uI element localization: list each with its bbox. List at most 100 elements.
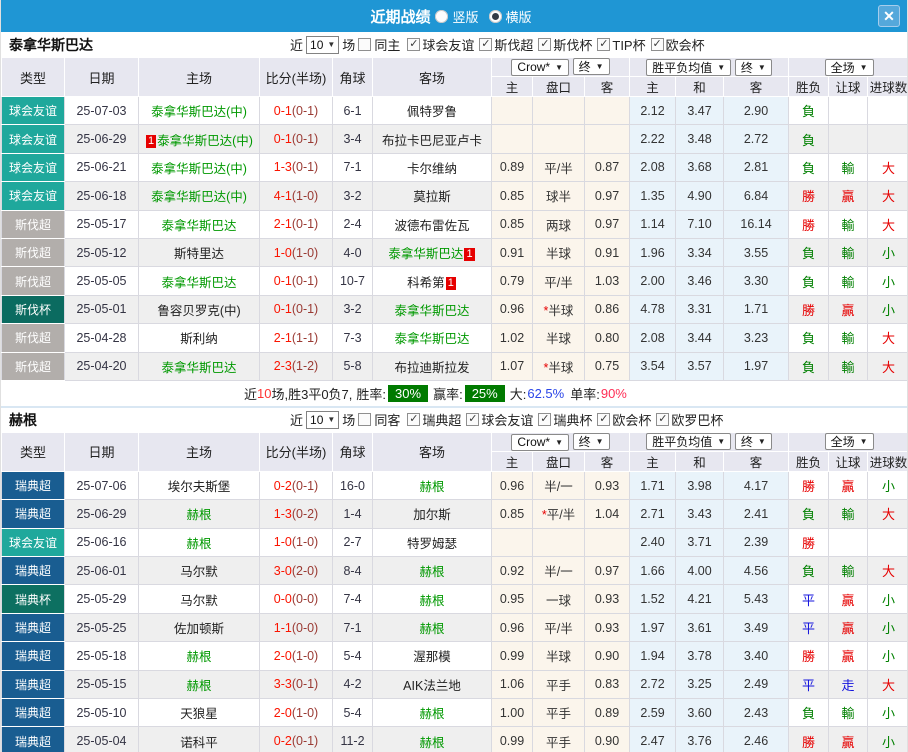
league-checkbox[interactable]: ✓ [656,413,669,426]
final-mean-dropdown[interactable]: 终▼ [735,59,772,76]
col-header-type: 类型 [2,58,65,97]
col-header-home: 主场 [139,432,260,471]
odds-away: 0.91 [585,238,630,266]
league-checkbox[interactable]: ✓ [538,38,551,51]
odds-company-dropdown[interactable]: Crow*▼ [511,59,569,76]
same-away-checkbox[interactable] [358,413,371,426]
match-date: 25-06-21 [65,153,139,181]
league-checkbox[interactable]: ✓ [407,413,420,426]
result-goals: 大 [868,670,908,698]
home-team: 鲁容贝罗克(中) [139,295,260,323]
odds-home: 0.99 [492,642,533,670]
home-team: 赫根 [139,642,260,670]
league-checkbox[interactable]: ✓ [651,38,664,51]
halftime-score: (0-0) [292,621,318,635]
recent-count-select[interactable]: 10▼ [306,411,339,429]
odds-handicap: *平/半 [533,500,585,528]
layout-radio-option[interactable] [435,10,448,23]
result-wdl: 負 [789,238,829,266]
titlebar: 近期战绩 竖版横版 ✕ [1,0,907,32]
recent-count-select[interactable]: 10▼ [306,36,339,54]
league-badge: 球会友谊 [2,528,65,556]
final-odds-dropdown[interactable]: 终▼ [573,58,610,75]
final-odds-dropdown[interactable]: 终▼ [573,433,610,450]
team-name-text: 波德布雷佐瓦 [394,219,469,233]
mean-away: 16.14 [724,210,789,238]
fulltime-score: 0-2 [274,734,292,748]
odds-away: 0.97 [585,182,630,210]
score-cell: 2-1(0-1) [260,210,333,238]
league-checkbox[interactable]: ✓ [466,413,479,426]
mean-away: 2.49 [724,670,789,698]
result-wdl: 勝 [789,642,829,670]
sub-header-wdl: 胜负 [789,77,829,97]
league-checkbox[interactable]: ✓ [597,38,610,51]
mean-dropdown[interactable]: 胜平负均值▼ [646,59,731,76]
result-wdl: 負 [789,125,829,153]
odds-away: 0.97 [585,210,630,238]
odds-home: 0.92 [492,557,533,585]
scope-dropdown[interactable]: 全场▼ [825,433,874,450]
mean-away: 4.17 [724,471,789,499]
mean-dropdown[interactable]: 胜平负均值▼ [646,433,731,450]
match-date: 25-05-25 [65,613,139,641]
layout-radio-selected[interactable] [489,10,502,23]
summary-record: 场,胜3平0负7, [271,384,352,403]
odds-home: 1.07 [492,352,533,380]
halftime-score: (1-0) [292,189,318,203]
result-goals: 大 [868,153,908,181]
mean-draw: 3.61 [676,613,724,641]
mean-home: 2.59 [630,699,676,727]
result-wdl: 負 [789,699,829,727]
fulltime-score: 3-3 [274,677,292,691]
mean-home: 1.96 [630,238,676,266]
fulltime-score: 2-0 [274,706,292,720]
score-cell: 4-1(1-0) [260,182,333,210]
away-team: 赫根 [373,585,492,613]
result-wdl: 平 [789,670,829,698]
halftime-score: (1-0) [292,649,318,663]
match-date: 25-04-20 [65,352,139,380]
odds-handicap: 球半 [533,182,585,210]
team-name-text: 科希第 [407,276,445,290]
sub-header-odds-home: 主 [492,77,533,97]
match-date: 25-06-01 [65,557,139,585]
away-team: 卡尔维纳 [373,153,492,181]
mean-home: 2.40 [630,528,676,556]
mean-away: 5.43 [724,585,789,613]
home-team: 斯利纳 [139,324,260,352]
result-wdl: 平 [789,613,829,641]
close-button[interactable]: ✕ [878,5,900,27]
same-home-checkbox[interactable] [358,38,371,51]
odds-handicap: 平/半 [533,267,585,295]
odds-handicap: 平/半 [533,153,585,181]
final-mean-dropdown[interactable]: 终▼ [735,433,772,450]
scope-dropdown[interactable]: 全场▼ [825,59,874,76]
odds-away: 0.87 [585,153,630,181]
result-wdl: 負 [789,97,829,125]
team-name-text: 赫根 [419,594,444,608]
sub-header-handicap: 盘口 [533,77,585,97]
halftime-score: (1-2) [292,359,318,373]
odds-away: 0.97 [585,557,630,585]
league-checkbox[interactable]: ✓ [538,413,551,426]
col-header-corner: 角球 [333,58,373,97]
result-wdl: 負 [789,324,829,352]
league-badge: 球会友谊 [2,97,65,125]
team-name-text: 泰拿华斯巴达 [388,247,463,261]
odds-handicap: *半球 [533,295,585,323]
layout-radio-label: 竖版 [452,7,478,26]
away-team: 赫根 [373,471,492,499]
league-checkbox[interactable]: ✓ [597,413,610,426]
match-row: 瑞典超25-05-15赫根3-3(0-1)4-2AIK法兰地1.06平手0.83… [2,670,908,698]
mean-away: 3.30 [724,267,789,295]
league-checkbox-label: 瑞典超 [422,410,461,429]
chevron-down-icon: ▼ [758,63,766,72]
league-checkbox[interactable]: ✓ [407,38,420,51]
odds-handicap: 平手 [533,727,585,752]
away-team: 泰拿华斯巴达1 [373,238,492,266]
odds-company-dropdown[interactable]: Crow*▼ [511,434,569,451]
score-cell: 3-0(2-0) [260,557,333,585]
panel-title: 近期战绩 [370,6,430,27]
league-checkbox[interactable]: ✓ [479,38,492,51]
